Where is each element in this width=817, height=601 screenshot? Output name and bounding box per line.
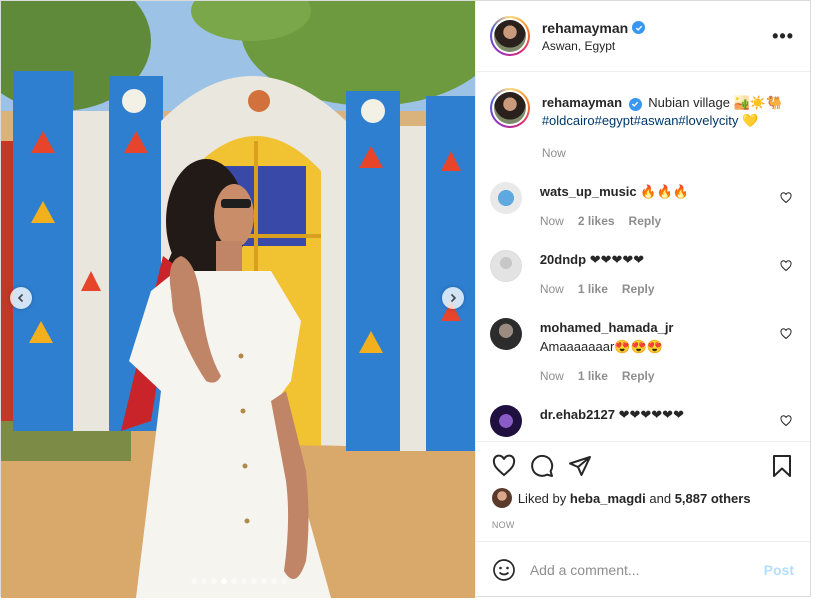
author-username[interactable]: rehamayman [542,20,628,36]
more-options-icon[interactable]: ••• [772,27,794,45]
carousel-dot [230,578,237,584]
comment-item: 20dndp ❤❤❤❤❤ Now 1 like Reply [489,250,794,296]
likes-joiner: and [649,490,672,506]
comment-username[interactable]: dr.ehab2127 [540,407,615,422]
caption-text: Nubian village 🏜️☀️🐫 [648,95,783,110]
emoji-icon[interactable] [492,558,516,582]
author-avatar[interactable] [489,16,530,56]
carousel-dot [210,578,217,584]
carousel-dot [270,578,277,584]
like-comment-heart-icon[interactable] [780,192,792,204]
reply-button[interactable]: Reply [629,214,662,228]
liker-avatar[interactable] [491,488,512,508]
like-heart-icon[interactable] [492,454,516,478]
caption-time[interactable]: Now [542,146,566,160]
post-side-panel: rehamayman Aswan, Egypt ••• rehamayman N… [474,1,810,598]
chevron-right-icon [450,293,457,303]
commenter-avatar[interactable] [489,405,522,437]
commenter-avatar[interactable] [489,318,522,350]
verified-icon [632,21,646,34]
comment-username[interactable]: wats_up_music [540,184,637,199]
comments-list: rehamayman Nubian village 🏜️☀️🐫 #oldcair… [476,72,810,441]
carousel-dot [280,578,287,584]
likes-others[interactable]: 5,887 others [675,491,751,506]
comment-item: dr.ehab2127 ❤❤❤❤❤❤ [489,405,794,437]
caption-avatar-image [493,92,526,124]
post-photo[interactable] [1,1,475,598]
comment-item: wats_up_music 🔥🔥🔥 Now 2 likes Reply [489,182,794,228]
post-location[interactable]: Aswan, Egypt [542,39,772,53]
carousel-next-button[interactable] [442,287,464,309]
photo-illustration [1,1,475,598]
likes-summary: Liked by heba_magdi and 5,887 others [491,488,794,508]
share-paper-plane-icon[interactable] [568,454,592,478]
carousel-dots [1,578,475,584]
comment-text: Amaaaaaaar😍😍😍 [539,339,663,354]
like-comment-heart-icon[interactable] [780,415,792,427]
comment-bubble-icon[interactable] [530,454,554,478]
post-dialog: rehamayman Aswan, Egypt ••• rehamayman N… [0,0,811,598]
post-comment-button[interactable]: Post [764,562,794,578]
comment-username[interactable]: mohamed_hamada_jr [540,320,674,335]
commenter-avatar[interactable] [489,250,522,282]
comment-likes[interactable]: 2 likes [578,214,615,228]
carousel-dot [220,578,227,584]
like-comment-heart-icon[interactable] [780,260,792,272]
add-comment-bar: Post [475,541,810,598]
caption-hashtags[interactable]: #oldcairo#egypt#aswan#lovelycity [542,113,739,128]
comment-item: mohamed_hamada_jr Amaaaaaaar😍😍😍 Now 1 li… [489,318,794,383]
comment-text: ❤❤❤❤❤❤ [618,407,684,422]
carousel-prev-button[interactable] [10,287,32,309]
post-timestamp[interactable]: NOW [492,520,794,530]
comment-likes[interactable]: 1 like [578,369,608,383]
post-actions: Liked by heba_magdi and 5,887 others NOW [475,441,810,541]
likes-prefix: Liked by [517,490,567,506]
reply-button[interactable]: Reply [622,369,655,383]
carousel-dot [190,578,197,584]
carousel-dot [240,578,247,584]
carousel-dot [250,578,257,584]
caption: rehamayman Nubian village 🏜️☀️🐫 #oldcair… [489,88,794,160]
reply-button[interactable]: Reply [622,282,655,296]
comment-username[interactable]: 20dndp [540,252,586,267]
save-bookmark-icon[interactable] [770,454,794,478]
comment-likes[interactable]: 1 like [578,282,608,296]
comment-text: ❤❤❤❤❤ [589,252,645,267]
comment-time[interactable]: Now [540,282,564,296]
caption-username[interactable]: rehamayman [542,95,622,110]
chevron-left-icon [17,293,24,303]
comment-text: 🔥🔥🔥 [640,184,689,199]
carousel-dot [200,578,207,584]
comment-time[interactable]: Now [540,369,564,383]
verified-icon [628,97,642,111]
carousel-dot [260,578,267,584]
author-avatar-image [493,20,526,52]
caption-avatar[interactable] [489,88,530,128]
like-comment-heart-icon[interactable] [780,328,792,340]
caption-trail: 💛 [742,113,759,128]
comment-input[interactable] [529,562,764,578]
post-header: rehamayman Aswan, Egypt ••• [475,1,810,72]
commenter-avatar[interactable] [489,182,522,214]
liker-username[interactable]: heba_magdi [570,491,646,506]
comment-time[interactable]: Now [540,214,564,228]
